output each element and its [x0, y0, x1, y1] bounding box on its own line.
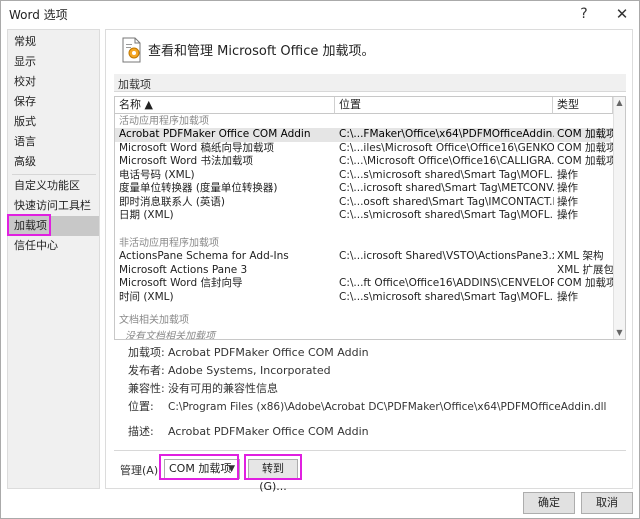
row-name: Microsoft Word 信封向导 [119, 277, 243, 289]
table-row[interactable]: 电话号码 (XML) C:\...s\microsoft shared\Smar… [115, 169, 611, 183]
sidebar-item-language[interactable]: 语言 [8, 132, 99, 152]
table-row[interactable]: Microsoft Word 稿纸向导加载项 C:\...iles\Micros… [115, 141, 613, 156]
row-name: ActionsPane Schema for Add-Ins [119, 250, 289, 262]
row-type: COM 加载项 [557, 141, 613, 154]
row-type: COM 加载项 [557, 155, 613, 167]
table-row[interactable]: Microsoft Actions Pane 3 XML 扩展包 [115, 263, 613, 278]
table-row[interactable]: Microsoft Word 信封向导 C:\...ft Office\Offi… [115, 277, 613, 291]
sidebar: 常规 显示 校对 保存 版式 语言 高级 自定义功能区 快速访问工具栏 加载项 … [7, 29, 100, 489]
detail-label-description: 描述: [128, 425, 154, 438]
detail-label-location: 位置: [128, 400, 154, 413]
detail-value-description: Acrobat PDFMaker Office COM Addin [168, 425, 369, 438]
sidebar-item-general[interactable]: 常规 [8, 32, 99, 52]
sidebar-item-customize-ribbon[interactable]: 自定义功能区 [8, 176, 99, 196]
detail-label-publisher: 发布者: [128, 364, 165, 377]
help-button[interactable]: ? [572, 3, 596, 25]
row-type: 操作 [557, 182, 578, 194]
cancel-button[interactable]: 取消 [581, 492, 633, 514]
row-location: C:\...s\microsoft shared\Smart Tag\MOFL.… [339, 168, 554, 181]
table-scrollbar[interactable]: ▲ ▼ [613, 97, 625, 339]
group-header-active: 活动应用程序加载项 [119, 116, 209, 127]
row-location: C:\...icrosoft Shared\VSTO\ActionsPane3.… [339, 250, 554, 262]
row-name: 度量单位转换器 (度量单位转换器) [119, 182, 278, 194]
scroll-up-icon[interactable]: ▲ [614, 97, 625, 109]
table-row[interactable]: ActionsPane Schema for Add-Ins C:\...icr… [115, 250, 611, 264]
row-type: 操作 [557, 209, 578, 221]
group-header-document: 文档相关加载项 [119, 315, 189, 326]
row-type: 操作 [557, 195, 578, 208]
section-header: 加载项 [114, 74, 626, 92]
row-type: 操作 [557, 290, 578, 303]
row-type: 操作 [557, 168, 578, 181]
scroll-down-icon[interactable]: ▼ [614, 327, 625, 339]
group-header-inactive: 非活动应用程序加载项 [119, 238, 219, 249]
detail-value-addin: Acrobat PDFMaker Office COM Addin [168, 346, 369, 359]
row-location: C:\...ft Office\Office16\ADDINS\CENVELOP… [339, 277, 554, 289]
column-header-name[interactable]: 名称 ▲ [115, 97, 335, 114]
section-label: 加载项 [118, 78, 151, 91]
group-empty-text: 没有文档相关加载项 [125, 331, 215, 340]
row-name: 日期 (XML) [119, 209, 174, 221]
row-name: Microsoft Word 稿纸向导加载项 [119, 141, 274, 154]
title-bar: Word 选项 ? ✕ [1, 1, 639, 27]
table-row[interactable]: Microsoft Word 书法加载项 C:\...\Microsoft Of… [115, 155, 613, 169]
sidebar-item-display[interactable]: 显示 [8, 52, 99, 72]
row-name: Microsoft Word 书法加载项 [119, 155, 253, 167]
table-row[interactable]: Acrobat PDFMaker Office COM Addin C:\...… [115, 128, 613, 142]
row-location: C:\...iles\Microsoft Office\Office16\GEN… [339, 141, 554, 154]
row-location: C:\...s\microsoft shared\Smart Tag\MOFL.… [339, 209, 554, 221]
row-location: C:\...s\microsoft shared\Smart Tag\MOFL.… [339, 290, 554, 303]
addin-gear-icon [122, 37, 141, 63]
sidebar-item-advanced[interactable]: 高级 [8, 152, 99, 172]
word-options-dialog: Word 选项 ? ✕ 常规 显示 校对 保存 版式 语言 高级 自定义功能区 … [0, 0, 640, 519]
close-button[interactable]: ✕ [610, 3, 634, 25]
row-name: Microsoft Actions Pane 3 [119, 263, 248, 276]
sidebar-item-proofing[interactable]: 校对 [8, 72, 99, 92]
highlight-addins-annotation [7, 214, 51, 236]
detail-value-publisher: Adobe Systems, Incorporated [168, 364, 331, 377]
manage-label: 管理(A): [120, 464, 162, 477]
table-row[interactable]: 时间 (XML) C:\...s\microsoft shared\Smart … [115, 291, 611, 305]
row-location: C:\...FMaker\Office\x64\PDFMOfficeAddin.… [339, 128, 554, 140]
table-row[interactable]: 日期 (XML) C:\...s\microsoft shared\Smart … [115, 209, 611, 223]
row-type: COM 加载项 [557, 277, 613, 289]
table-row[interactable]: 度量单位转换器 (度量单位转换器) C:\...icrosoft shared\… [115, 182, 611, 196]
detail-label-compatibility: 兼容性: [128, 382, 165, 395]
detail-label-addin: 加载项: [128, 346, 165, 359]
table-row[interactable]: 即时消息联系人 (英语) C:\...osoft shared\Smart Ta… [115, 196, 611, 210]
sidebar-divider [12, 174, 96, 175]
addins-table: 名称 ▲ 位置 类型 活动应用程序加载项 Acrobat PDFMaker Of… [114, 96, 626, 340]
row-type: COM 加载项 [557, 128, 613, 140]
sidebar-item-layout[interactable]: 版式 [8, 112, 99, 132]
sidebar-item-quick-access-toolbar[interactable]: 快速访问工具栏 [8, 196, 99, 216]
row-location: C:\...icrosoft shared\Smart Tag\METCONV.… [339, 182, 554, 194]
detail-value-location: C:\Program Files (x86)\Adobe\Acrobat DC\… [168, 401, 607, 413]
sidebar-item-trust-center[interactable]: 信任中心 [8, 236, 99, 256]
highlight-goto-annotation [244, 454, 302, 480]
row-location: C:\...\Microsoft Office\Office16\CALLIGR… [339, 155, 554, 167]
row-type: XML 扩展包 [557, 263, 613, 276]
ok-button[interactable]: 确定 [523, 492, 575, 514]
row-location: C:\...osoft shared\Smart Tag\IMCONTACT.D… [339, 195, 554, 208]
footer-divider [114, 450, 626, 451]
row-name: Acrobat PDFMaker Office COM Addin [119, 128, 311, 140]
row-name: 电话号码 (XML) [119, 168, 195, 181]
page-title: 查看和管理 Microsoft Office 加载项。 [148, 44, 375, 59]
row-name: 时间 (XML) [119, 290, 174, 303]
detail-value-compatibility: 没有可用的兼容性信息 [168, 382, 278, 395]
highlight-manage-annotation [159, 454, 239, 480]
addins-panel: 查看和管理 Microsoft Office 加载项。 加载项 名称 ▲ 位置 … [105, 29, 633, 493]
row-type: XML 架构 [557, 250, 604, 262]
row-name: 即时消息联系人 (英语) [119, 195, 226, 208]
column-header-location[interactable]: 位置 [335, 97, 553, 114]
sidebar-item-save[interactable]: 保存 [8, 92, 99, 112]
dialog-title: Word 选项 [9, 8, 68, 22]
column-header-type[interactable]: 类型 [553, 97, 613, 114]
